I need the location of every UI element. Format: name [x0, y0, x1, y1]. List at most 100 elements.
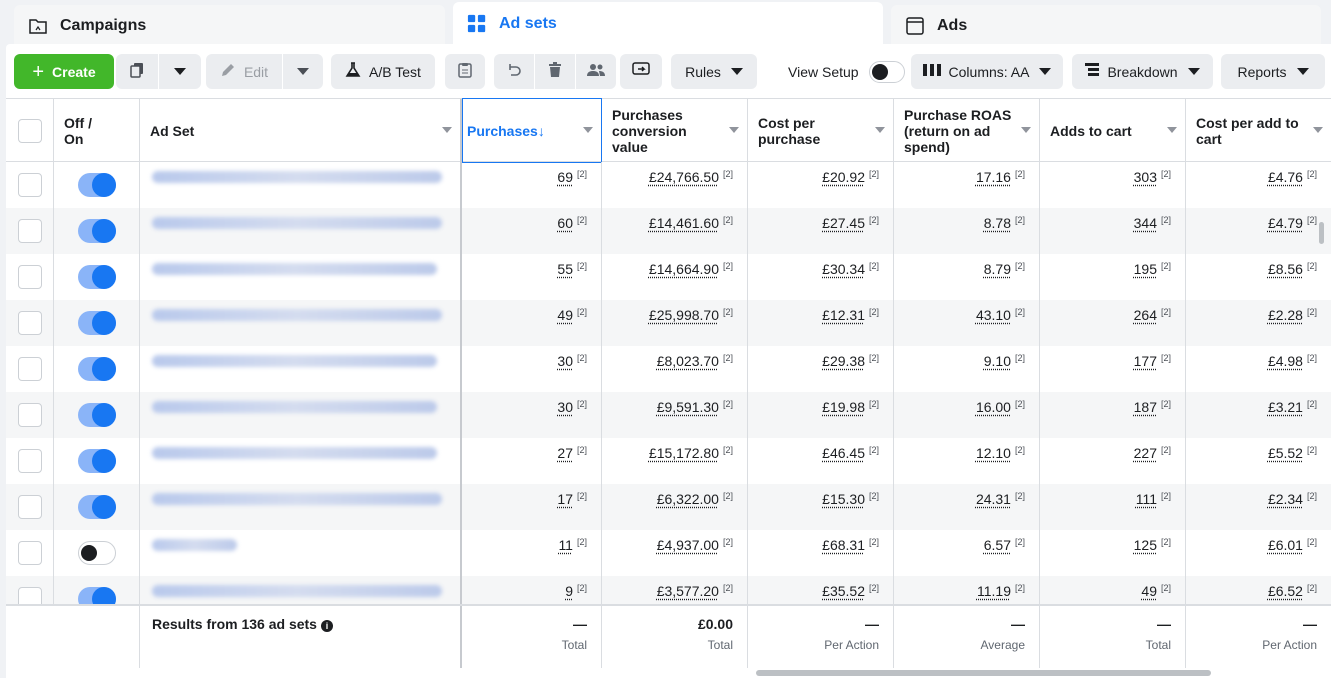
row-checkbox[interactable] — [17, 449, 42, 473]
metric-value[interactable]: 17.16 — [976, 169, 1011, 185]
header-purchases[interactable]: Purchases↓ — [462, 98, 602, 163]
ad-set-name-link[interactable] — [152, 217, 442, 229]
metric-value[interactable]: 9.10 — [984, 353, 1011, 369]
table-row[interactable]: 60 [2] £14,461.60 [2] £27.45 [2] 8.78 [2] 344 [2]… — [6, 208, 1331, 254]
metric-value[interactable]: £2.28 — [1268, 307, 1303, 323]
ad-set-status-toggle[interactable] — [77, 449, 116, 473]
metric-value[interactable]: 43.10 — [976, 307, 1011, 323]
row-checkbox[interactable] — [17, 219, 42, 243]
duplicate-button[interactable] — [116, 54, 158, 89]
columns-dropdown[interactable]: Columns: AA — [911, 54, 1063, 89]
metric-value[interactable]: £8,023.70 — [657, 353, 719, 369]
metric-value[interactable]: £19.98 — [822, 399, 865, 415]
metric-value[interactable]: 111 — [1136, 491, 1157, 507]
metric-value[interactable]: £15.30 — [822, 491, 865, 507]
ad-set-status-toggle[interactable] — [77, 219, 116, 243]
metric-value[interactable]: £25,998.70 — [649, 307, 719, 323]
ad-set-name-link[interactable] — [152, 539, 237, 551]
metric-value[interactable]: 17 — [557, 491, 573, 507]
ad-set-status-toggle[interactable] — [77, 541, 116, 565]
row-checkbox[interactable] — [17, 403, 42, 427]
ad-set-name-link[interactable] — [152, 263, 437, 275]
ad-set-name-link[interactable] — [152, 171, 442, 183]
metric-value[interactable]: 9 — [565, 583, 573, 599]
metric-value[interactable]: 49 — [557, 307, 573, 323]
metric-value[interactable]: £8.56 — [1268, 261, 1303, 277]
header-conversion-value[interactable]: Purchases conversion value — [602, 99, 748, 162]
horizontal-scrollbar[interactable] — [756, 670, 1211, 676]
metric-value[interactable]: £3,577.20 — [657, 583, 719, 599]
header-ad-set[interactable]: Ad Set — [140, 99, 462, 162]
metric-value[interactable]: £20.92 — [822, 169, 865, 185]
row-checkbox[interactable] — [17, 311, 42, 335]
reports-dropdown[interactable]: Reports — [1221, 54, 1325, 89]
row-checkbox[interactable] — [17, 357, 42, 381]
row-checkbox[interactable] — [17, 173, 42, 197]
duplicate-dropdown[interactable] — [159, 54, 201, 89]
metric-value[interactable]: 24.31 — [976, 491, 1011, 507]
metric-value[interactable]: £6,322.00 — [657, 491, 719, 507]
header-roas[interactable]: Purchase ROAS (return on ad spend) — [894, 99, 1040, 162]
ad-set-name-link[interactable] — [152, 447, 437, 459]
edit-dropdown[interactable] — [283, 54, 323, 89]
metric-value[interactable]: £5.52 — [1268, 445, 1303, 461]
breakdown-dropdown[interactable]: Breakdown — [1072, 54, 1213, 89]
metric-value[interactable]: 11 — [558, 537, 573, 553]
metric-value[interactable]: £24,766.50 — [649, 169, 719, 185]
metric-value[interactable]: £6.52 — [1268, 583, 1303, 599]
row-checkbox[interactable] — [17, 495, 42, 519]
metric-value[interactable]: £12.31 — [822, 307, 865, 323]
metric-value[interactable]: 30 — [557, 353, 573, 369]
ad-set-status-toggle[interactable] — [77, 311, 116, 335]
clipboard-button[interactable] — [445, 54, 485, 89]
undo-button[interactable] — [494, 54, 534, 89]
table-row[interactable]: 49 [2] £25,998.70 [2] £12.31 [2] 43.10 [2] 264 [2… — [6, 300, 1331, 346]
header-cost-per-add-to-cart[interactable]: Cost per add to cart — [1186, 99, 1331, 162]
tab-ads[interactable]: Ads — [891, 5, 1321, 46]
table-row[interactable]: 69 [2] £24,766.50 [2] £20.92 [2] 17.16 [2] 303 [2… — [6, 162, 1331, 208]
table-row[interactable]: 30 [2] £8,023.70 [2] £29.38 [2] 9.10 [2] 177 [2] £… — [6, 346, 1331, 392]
delete-button[interactable] — [535, 54, 575, 89]
ad-set-status-toggle[interactable] — [77, 173, 116, 197]
view-setup-toggle[interactable] — [868, 60, 905, 83]
metric-value[interactable]: 303 — [1134, 169, 1157, 185]
table-row[interactable]: 27 [2] £15,172.80 [2] £46.45 [2] 12.10 [2] 227 [2… — [6, 438, 1331, 484]
header-adds-to-cart[interactable]: Adds to cart — [1040, 99, 1186, 162]
metric-value[interactable]: £4.76 — [1268, 169, 1303, 185]
ad-set-name-link[interactable] — [152, 585, 442, 597]
metric-value[interactable]: £3.21 — [1268, 399, 1303, 415]
tab-campaigns[interactable]: Campaigns — [14, 5, 445, 46]
metric-value[interactable]: 195 — [1134, 261, 1157, 277]
metric-value[interactable]: 177 — [1134, 353, 1157, 369]
metric-value[interactable]: 344 — [1134, 215, 1157, 231]
rules-dropdown[interactable]: Rules — [671, 54, 757, 89]
row-checkbox[interactable] — [17, 265, 42, 289]
ad-set-name-link[interactable] — [152, 401, 437, 413]
metric-value[interactable]: £14,461.60 — [649, 215, 719, 231]
select-all-checkbox[interactable] — [17, 118, 42, 143]
ad-set-name-link[interactable] — [152, 355, 437, 367]
ad-set-status-toggle[interactable] — [77, 403, 116, 427]
metric-value[interactable]: £14,664.90 — [649, 261, 719, 277]
ad-set-name-link[interactable] — [152, 493, 442, 505]
metric-value[interactable]: £6.01 — [1268, 537, 1303, 553]
metric-value[interactable]: 187 — [1134, 399, 1157, 415]
metric-value[interactable]: 8.79 — [984, 261, 1011, 277]
create-button[interactable]: + Create — [14, 54, 114, 89]
table-row[interactable]: 30 [2] £9,591.30 [2] £19.98 [2] 16.00 [2] 187 [2]… — [6, 392, 1331, 438]
ad-set-name-link[interactable] — [152, 309, 442, 321]
audience-button[interactable] — [576, 54, 616, 89]
metric-value[interactable]: £4.98 — [1268, 353, 1303, 369]
header-cost-per-purchase[interactable]: Cost per purchase — [748, 99, 894, 162]
metric-value[interactable]: 11.19 — [977, 583, 1011, 599]
metric-value[interactable]: £9,591.30 — [657, 399, 719, 415]
row-checkbox[interactable] — [17, 587, 42, 604]
ab-test-button[interactable]: A/B Test — [331, 54, 435, 89]
table-row[interactable]: 17 [2] £6,322.00 [2] £15.30 [2] 24.31 [2] 111 [2]… — [6, 484, 1331, 530]
preview-button[interactable] — [620, 54, 662, 89]
metric-value[interactable]: £4,937.00 — [657, 537, 719, 553]
ad-set-status-toggle[interactable] — [77, 495, 116, 519]
metric-value[interactable]: £2.34 — [1268, 491, 1303, 507]
metric-value[interactable]: 69 — [557, 169, 573, 185]
vertical-scrollbar[interactable] — [1319, 222, 1324, 244]
